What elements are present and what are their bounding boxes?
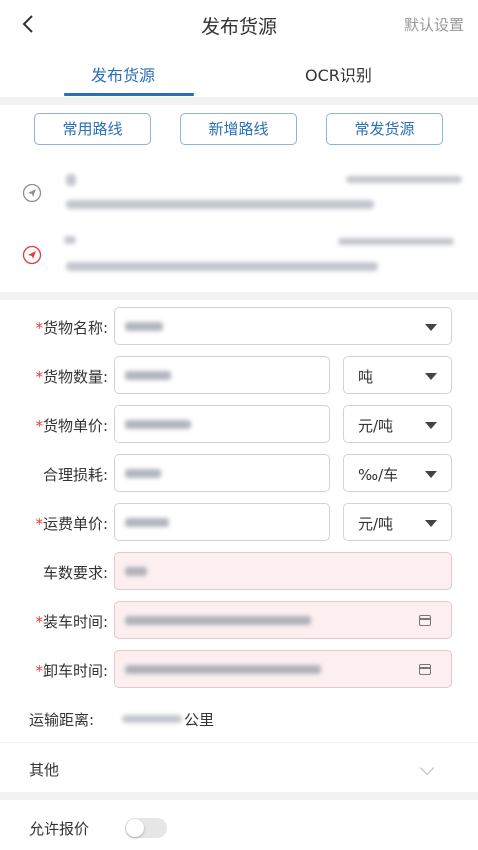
add-route-button[interactable]: 新增路线 [180,113,297,145]
allow-quote-toggle[interactable] [125,818,167,838]
reasonable-loss-input[interactable] [114,454,330,492]
chevron-down-icon[interactable] [419,760,435,776]
goods-quantity-label: *货物数量: [35,368,108,386]
freight-unit-price-input[interactable] [114,503,330,541]
reasonable-loss-label: 合理损耗: [42,466,108,484]
vehicle-requirement-input[interactable] [114,552,452,590]
destination-location-icon [22,245,42,265]
freight-unit-price-label: *运费单价: [35,515,108,533]
section-divider [0,792,478,800]
default-settings-button[interactable]: 默认设置 [404,14,464,35]
header: 发布货源 默认设置 [0,0,478,48]
calendar-icon [419,615,431,626]
calendar-icon [419,664,431,675]
goods-name-select[interactable] [114,307,452,345]
tab-bar: 发布货源 OCR识别 [0,52,478,96]
section-divider [0,292,478,300]
section-divider [0,97,478,105]
loading-time-picker[interactable] [114,601,452,639]
other-section-label: 其他 [29,761,60,779]
toggle-knob [126,819,144,837]
vehicle-requirement-label: 车数要求: [42,564,108,582]
freight-unit-select[interactable]: 元/吨 [343,503,452,541]
goods-unit-price-input[interactable] [114,405,330,443]
distance-unit: 公里 [184,711,215,729]
frequent-goods-button[interactable]: 常发货源 [326,113,443,145]
loss-unit-select[interactable]: ‰/车 [343,454,452,492]
distance-label: 运输距离: [29,711,95,729]
origin-location-icon [22,183,42,203]
goods-unit-price-label: *货物单价: [35,417,108,435]
row-divider [0,742,478,743]
caret-down-icon [425,373,437,380]
caret-down-icon [425,324,437,331]
unloading-time-label: *卸车时间: [35,662,108,680]
allow-quote-label: 允许报价 [29,820,90,838]
tab-active-indicator [64,93,194,96]
tab-publish-goods[interactable]: 发布货源 [91,62,155,86]
unloading-time-picker[interactable] [114,650,452,688]
caret-down-icon [425,520,437,527]
goods-quantity-input[interactable] [114,356,330,394]
goods-name-label: *货物名称: [35,319,108,337]
common-route-button[interactable]: 常用路线 [34,113,151,145]
caret-down-icon [425,422,437,429]
price-unit-select[interactable]: 元/吨 [343,405,452,443]
loading-time-label: *装车时间: [35,613,108,631]
quantity-unit-select[interactable]: 吨 [343,356,452,394]
tab-ocr[interactable]: OCR识别 [305,62,372,86]
caret-down-icon [425,471,437,478]
distance-value [122,715,182,723]
